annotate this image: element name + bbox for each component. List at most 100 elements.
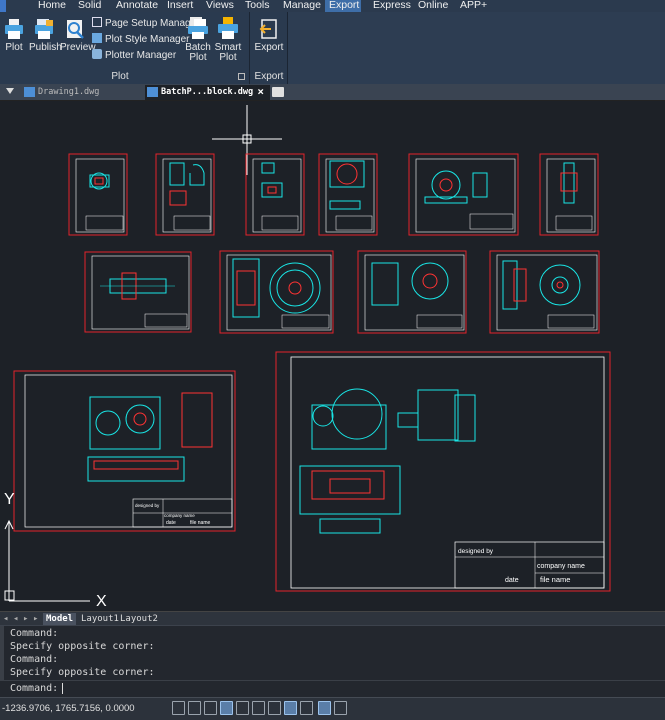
plot-button[interactable]: Plot	[2, 18, 26, 53]
menu-solid[interactable]: Solid	[74, 0, 105, 12]
app-logo-icon[interactable]	[0, 0, 6, 12]
plot-group-title: Plot	[111, 71, 129, 82]
sheet-12-file-label: file name	[540, 575, 570, 584]
export-label: Export	[254, 42, 284, 53]
drawing-canvas[interactable]: designed by company name date file name …	[0, 101, 665, 611]
layout-tabs: ◂ ◂ ▸ ▸ Model Layout1 Layout2	[0, 611, 665, 625]
plotter-manager-button[interactable]: Plotter Manager	[92, 49, 176, 63]
preview-label: Preview	[60, 42, 96, 53]
sheet-6[interactable]	[539, 153, 599, 236]
sheet-11-company-label: company name	[164, 513, 195, 518]
document-tabs: Drawing1.dwg BatchP...block.dwg ×	[0, 84, 665, 101]
tab-batch-plot-block[interactable]: BatchP...block.dwg ×	[145, 85, 270, 100]
plot-style-manager-button[interactable]: Plot Style Manager	[92, 33, 190, 47]
plotter-icon	[92, 49, 102, 59]
close-tab-icon[interactable]: ×	[257, 85, 264, 99]
menu-views[interactable]: Views	[202, 0, 238, 12]
ribbon-group-export: Export Export	[250, 12, 288, 84]
text-caret	[62, 683, 63, 694]
model-space[interactable]: designed by company name date file name …	[0, 101, 665, 611]
dwg-file-icon	[24, 87, 35, 97]
command-prompt: Command:	[10, 683, 59, 694]
publish-icon	[35, 19, 53, 39]
batch-plot-icon	[188, 17, 208, 39]
printer-icon	[5, 19, 23, 39]
status-bar: -1236.9706, 1765.7156, 0.0000	[0, 697, 665, 720]
menu-home[interactable]: Home	[34, 0, 70, 12]
menu-tools[interactable]: Tools	[241, 0, 274, 12]
dynamic-ucs-icon[interactable]	[268, 701, 281, 715]
sheet-12-date-label: date	[505, 577, 519, 584]
sheet-11-designed-label: designed by	[135, 503, 160, 508]
export-icon	[259, 19, 277, 39]
plot-style-icon	[92, 33, 102, 43]
menu-manage[interactable]: Manage	[279, 0, 325, 12]
preview-icon	[67, 20, 84, 39]
sheet-12[interactable]: designed by company name date file name	[275, 351, 611, 592]
dialog-launcher-icon[interactable]	[238, 73, 245, 80]
sheet-4[interactable]	[318, 153, 378, 236]
export-group-title: Export	[254, 71, 284, 82]
sheet-8[interactable]	[219, 250, 334, 334]
sheet-11[interactable]: designed by company name date file name	[13, 370, 236, 532]
sheet-1[interactable]	[68, 153, 128, 236]
tab-drawing1-label: Drawing1.dwg	[38, 87, 100, 97]
otrack-toggle-icon[interactable]	[252, 701, 265, 715]
command-history-line: Specify opposite corner:	[10, 667, 155, 678]
menu-export[interactable]: Export	[325, 0, 361, 12]
command-input[interactable]: Command:	[0, 680, 665, 696]
export-button[interactable]: Export	[254, 18, 284, 53]
lineweight-toggle-icon[interactable]	[300, 701, 313, 715]
new-tab-icon[interactable]	[272, 87, 284, 97]
grid-toggle-icon[interactable]	[172, 701, 185, 715]
polar-toggle-icon[interactable]	[236, 701, 249, 715]
menu-insert[interactable]: Insert	[163, 0, 197, 12]
batch-plot-button[interactable]: Batch Plot	[184, 16, 212, 63]
tab-batch-plot-block-label: BatchP...block.dwg	[161, 87, 254, 97]
sheet-9[interactable]	[357, 250, 467, 334]
sheet-2[interactable]	[155, 153, 215, 236]
smart-plot-button[interactable]: Smart Plot	[214, 16, 242, 63]
tab-layout1[interactable]: Layout1	[78, 613, 122, 625]
menu-app-plus[interactable]: APP+	[456, 0, 491, 12]
command-history-line: Command:	[10, 654, 59, 665]
plotter-label: Plotter Manager	[105, 50, 177, 61]
tab-list-dropdown-icon[interactable]	[6, 88, 14, 94]
ribbon-group-plot: Plot Publish Preview Page Setup Manager …	[0, 12, 250, 84]
sheet-3[interactable]	[245, 153, 305, 236]
transparency-toggle-icon[interactable]	[334, 701, 347, 715]
menu-online[interactable]: Online	[414, 0, 452, 12]
sheet-11-file-label: file name	[190, 520, 211, 526]
publish-label: Publish	[29, 42, 62, 53]
sheet-11-date-label: date	[166, 520, 176, 526]
batch-plot-label-2: Plot	[189, 52, 207, 63]
tab-drawing1[interactable]: Drawing1.dwg	[22, 85, 142, 100]
menu-bar: Home Solid Annotate Insert Views Tools M…	[0, 0, 665, 12]
selection-cycling-icon[interactable]	[318, 701, 331, 715]
sheet-5[interactable]	[408, 153, 519, 236]
ucs-x-label: X	[96, 593, 107, 610]
sheet-7[interactable]	[84, 251, 192, 333]
coordinates-readout: -1236.9706, 1765.7156, 0.0000	[2, 703, 135, 714]
menu-express[interactable]: Express	[369, 0, 415, 12]
command-history-line: Command:	[10, 628, 59, 639]
command-panel-grip[interactable]	[0, 626, 4, 681]
last-layout-icon[interactable]: ▸	[30, 613, 41, 625]
ribbon: Plot Publish Preview Page Setup Manager …	[0, 12, 665, 84]
command-history-line: Specify opposite corner:	[10, 641, 155, 652]
snap-toggle-icon[interactable]	[188, 701, 201, 715]
plot-label: Plot	[5, 42, 23, 53]
sheet-12-designed-label: designed by	[458, 548, 494, 555]
tab-layout2[interactable]: Layout2	[117, 613, 161, 625]
dynamic-input-icon[interactable]	[284, 701, 297, 715]
menu-annotate[interactable]: Annotate	[112, 0, 162, 12]
crosshair-cursor	[212, 105, 282, 175]
tab-model[interactable]: Model	[43, 613, 77, 625]
osnap-toggle-icon[interactable]	[220, 701, 233, 715]
page-setup-icon	[92, 17, 102, 27]
preview-button[interactable]: Preview	[60, 18, 96, 53]
plot-style-label: Plot Style Manager	[105, 34, 190, 45]
publish-button[interactable]: Publish	[29, 18, 62, 53]
ortho-toggle-icon[interactable]	[204, 701, 217, 715]
sheet-10[interactable]	[489, 250, 600, 334]
